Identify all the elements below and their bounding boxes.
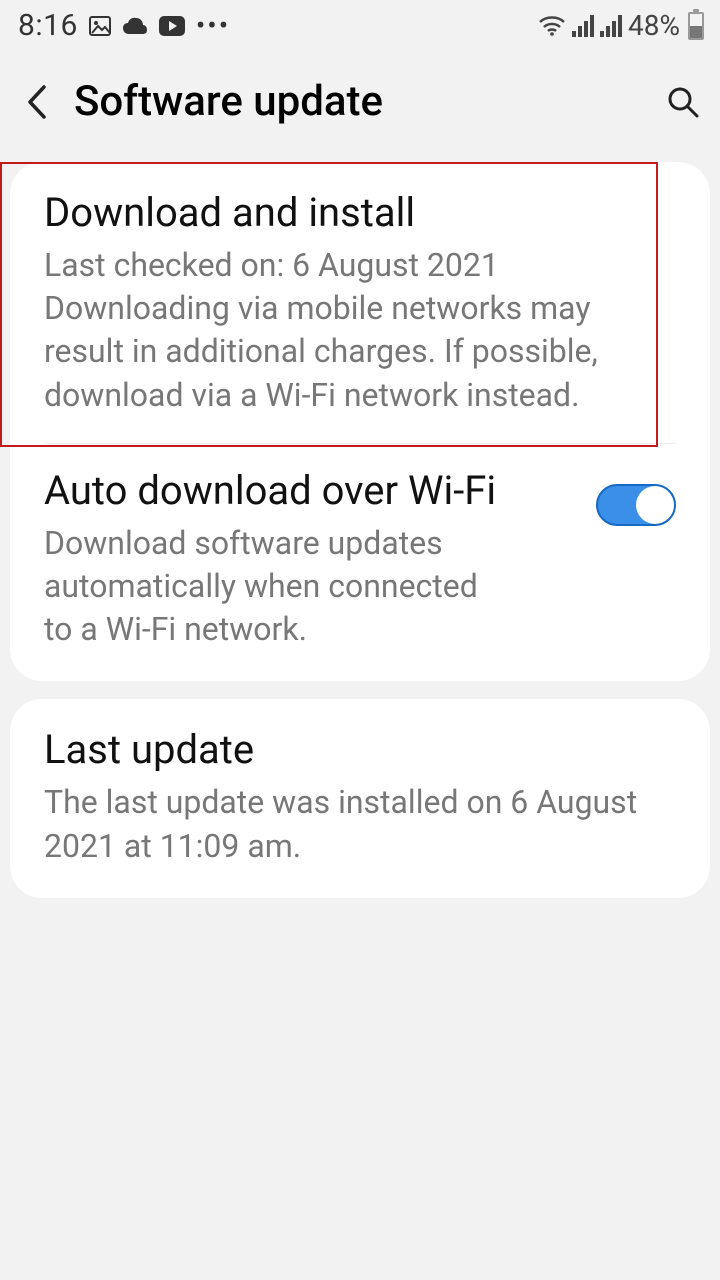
signal-icon-2: [600, 15, 622, 37]
settings-card-2: Last update The last update was installe…: [10, 699, 710, 897]
last-update-title: Last update: [44, 725, 676, 775]
last-update-item[interactable]: Last update The last update was installe…: [10, 703, 710, 893]
download-install-item[interactable]: Download and install Last checked on: 6 …: [10, 166, 710, 443]
status-bar: 8:16 ••• 48%: [0, 0, 720, 47]
auto-download-sub: Download software updates automatically …: [44, 522, 484, 652]
search-icon[interactable]: [666, 85, 700, 119]
battery-percentage: 48%: [628, 9, 680, 42]
battery-icon: [688, 12, 704, 40]
settings-card-1: Download and install Last checked on: 6 …: [10, 162, 710, 681]
more-notifications-icon: •••: [196, 9, 230, 42]
youtube-icon: [158, 15, 186, 37]
last-update-sub: The last update was installed on 6 Augus…: [44, 781, 676, 867]
signal-icon-1: [572, 15, 594, 37]
status-clock: 8:16: [18, 8, 78, 43]
download-install-title: Download and install: [44, 188, 676, 238]
download-install-sub: Last checked on: 6 August 2021 Downloadi…: [44, 244, 676, 417]
page-title: Software update: [74, 77, 644, 126]
cloud-icon: [122, 16, 148, 36]
auto-download-toggle[interactable]: [596, 484, 676, 526]
auto-download-item[interactable]: Auto download over Wi-Fi Download softwa…: [10, 444, 710, 678]
auto-download-title: Auto download over Wi-Fi: [44, 466, 576, 516]
toggle-knob: [636, 486, 674, 524]
wifi-icon: [538, 15, 566, 37]
gallery-icon: [88, 14, 112, 38]
back-icon[interactable]: [24, 83, 52, 121]
app-header: Software update: [0, 47, 720, 162]
